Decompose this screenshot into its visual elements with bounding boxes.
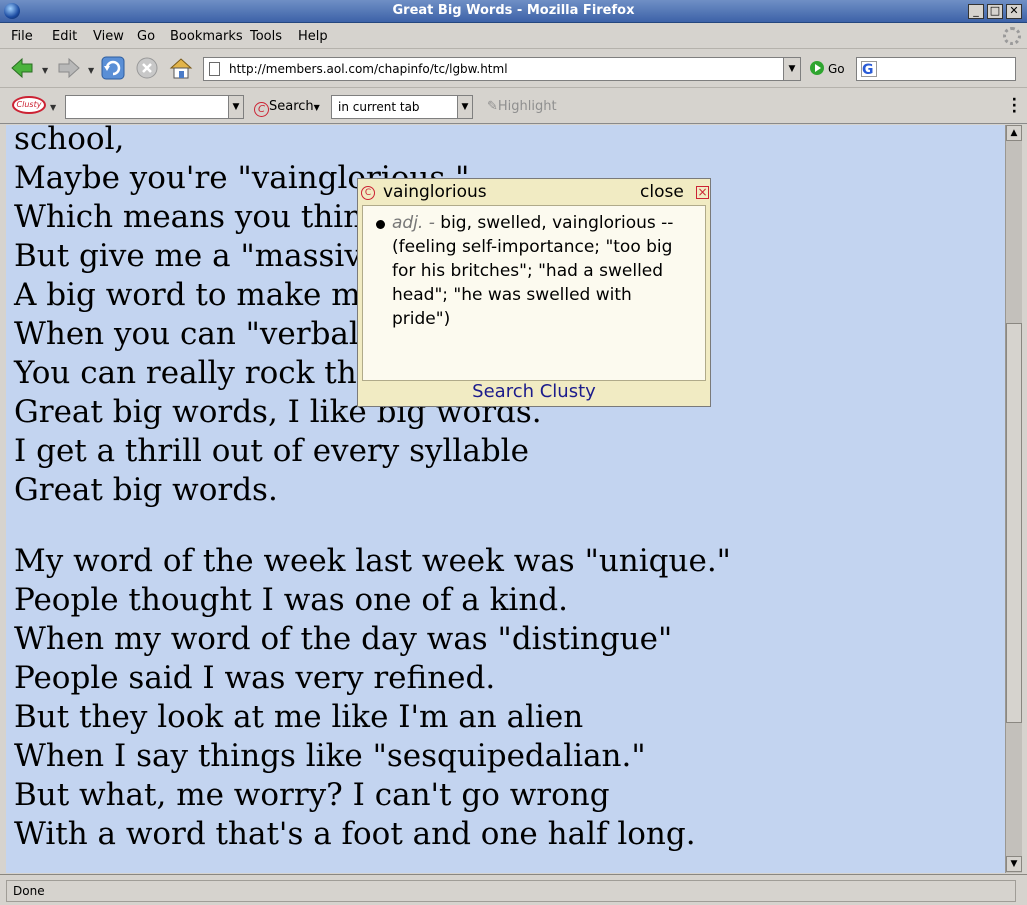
clusty-search-input[interactable]: ▼ [65,95,244,119]
url-bar[interactable]: http://members.aol.com/chapinfo/tc/lgbw.… [203,57,801,81]
menu-view[interactable]: View [93,29,124,44]
open-target-value: in current tab [338,100,420,114]
google-icon[interactable]: G [861,61,877,78]
clusty-menu-dropdown-icon[interactable]: ▼ [50,103,56,112]
home-icon[interactable] [169,56,193,80]
status-bar: Done [0,874,1027,905]
definition-popup: C vainglorious close × adj. - big, swell… [357,178,711,407]
status-text: Done [6,880,1016,902]
highlight-button[interactable]: ✎Highlight [487,99,557,114]
navigation-toolbar: ▼ ▼ http://members.aol.com/chapinfo/tc/l… [0,50,1027,88]
window-title: Great Big Words - Mozilla Firefox [392,3,635,18]
menu-edit[interactable]: Edit [52,29,77,44]
go-button[interactable]: Go [810,61,845,76]
reload-icon[interactable] [101,56,125,80]
minimize-button[interactable]: _ [968,4,984,19]
poem-line: But what, me worry? I can't go wrong [14,777,610,813]
scroll-down-icon[interactable]: ▼ [1006,856,1022,872]
vertical-scrollbar[interactable]: ▲ ▼ [1005,125,1022,873]
url-text[interactable]: http://members.aol.com/chapinfo/tc/lgbw.… [229,62,508,76]
forward-icon[interactable] [57,56,81,80]
url-dropdown-icon[interactable]: ▼ [783,57,801,81]
clusty-search-dropdown-icon[interactable]: ▼ [228,95,244,119]
definition-text: adj. - big, swelled, vainglorious -- (fe… [392,211,692,331]
go-icon [810,61,824,75]
poem-line: With a word that's a foot and one half l… [14,816,696,852]
menu-file[interactable]: File [11,29,33,44]
forward-dropdown-icon[interactable]: ▼ [88,66,94,75]
poem-line: People thought I was one of a kind. [14,582,569,618]
poem-line: I get a thrill out of every syllable [14,433,529,469]
chevron-down-icon: ▼ [313,103,320,112]
clusty-logo-button[interactable]: Clusty [12,96,46,114]
go-label: Go [828,62,845,76]
back-dropdown-icon[interactable]: ▼ [42,66,48,75]
highlight-label: Highlight [497,99,557,114]
definition-body: big, swelled, vainglorious -- (feeling s… [392,213,674,329]
scrollbar-thumb[interactable] [1006,323,1022,723]
throbber-icon [1003,27,1021,45]
clusty-toolbar: Clusty ▼ ▼ C Search▼ in current tab ▼ ✎Hi… [0,89,1027,124]
clusty-icon: C [254,102,269,117]
popup-close-link[interactable]: close [640,182,684,202]
menu-go[interactable]: Go [137,29,155,44]
page-icon [209,62,220,76]
bullet-icon [376,220,385,229]
highlighter-icon: ✎ [487,99,498,114]
back-icon[interactable] [10,56,34,80]
menu-help[interactable]: Help [298,29,328,44]
menu-bookmarks[interactable]: Bookmarks [170,29,243,44]
menu-bar: File Edit View Go Bookmarks Tools Help [0,24,1027,49]
stop-icon[interactable] [135,56,159,80]
poem-line: Great big words. [14,472,278,508]
open-target-select[interactable]: in current tab ▼ [331,95,473,119]
maximize-button[interactable]: □ [987,4,1003,19]
poem-line: My word of the week last week was "uniqu… [14,543,731,579]
close-window-button[interactable]: ✕ [1006,4,1022,19]
search-clusty-link[interactable]: Search Clusty [358,381,710,402]
clusty-search-label: Search [269,99,314,114]
close-icon[interactable]: × [696,186,709,199]
poem-line: school, [14,125,125,157]
poem-line: But they look at me like I'm an alien [14,699,584,735]
clusty-search-button[interactable]: C Search▼ [254,99,320,117]
part-of-speech: adj. - [392,213,435,233]
web-search-input[interactable]: G [856,57,1016,81]
poem-line: People said I was very refined. [14,660,496,696]
poem-line: When my word of the day was "distingue" [14,621,673,657]
popup-body: adj. - big, swelled, vainglorious -- (fe… [362,205,706,381]
title-bar: Great Big Words - Mozilla Firefox _ □ ✕ [0,0,1027,23]
clusty-icon: C [361,186,375,200]
toolbar-overflow-icon[interactable]: · · · [1012,93,1017,119]
open-target-dropdown-icon[interactable]: ▼ [457,95,473,119]
menu-tools[interactable]: Tools [250,29,282,44]
poem-line: When I say things like "sesquipedalian." [14,738,646,774]
popup-word: vainglorious [383,182,487,202]
scroll-up-icon[interactable]: ▲ [1006,125,1022,141]
